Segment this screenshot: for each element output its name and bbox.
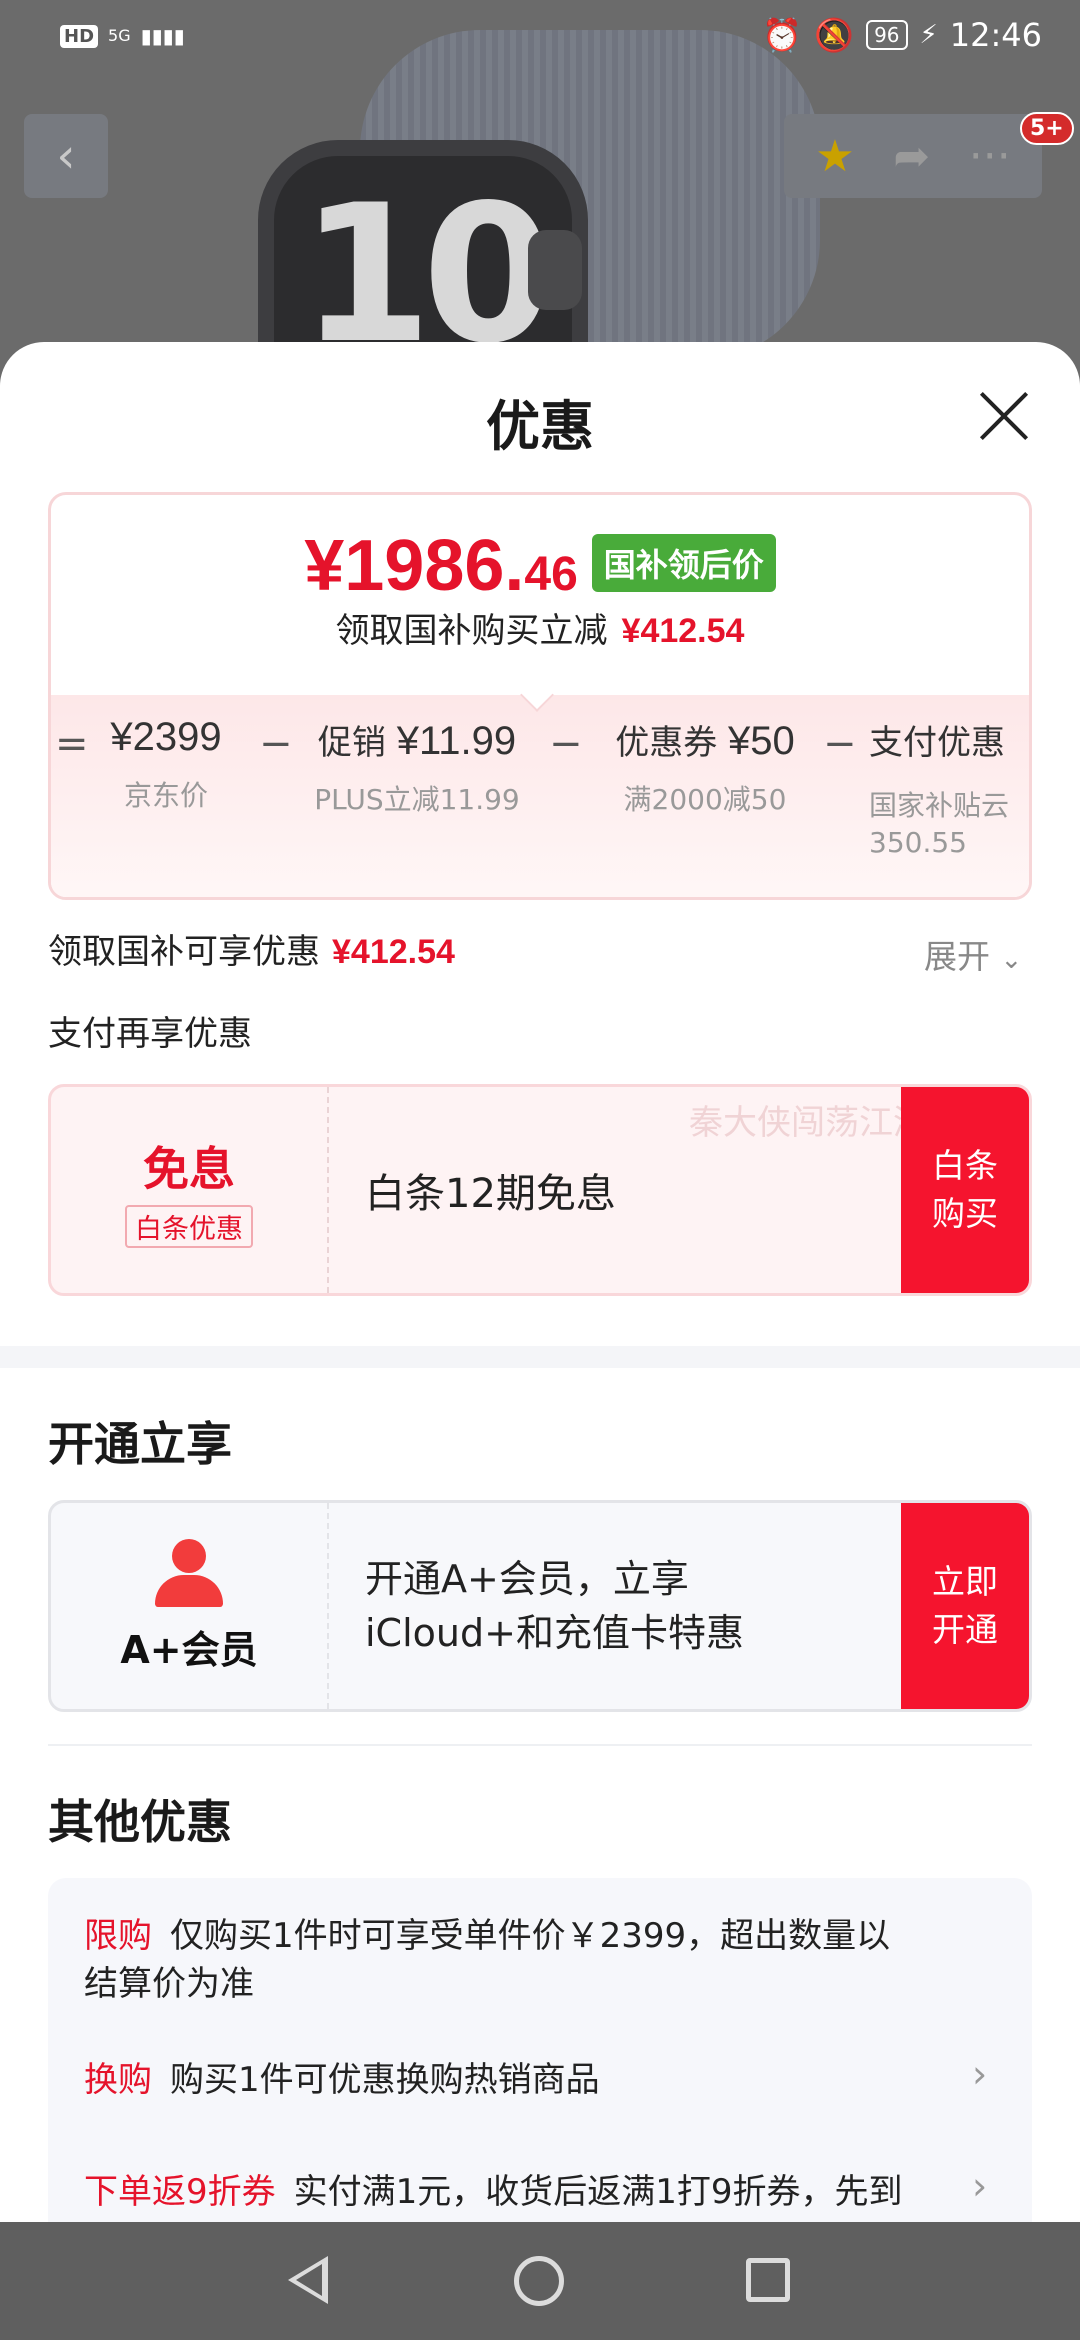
close-icon[interactable] <box>978 390 1030 442</box>
baitiao-buy-button[interactable]: 白条 购买 <box>901 1087 1029 1293</box>
chevron-right-icon: › <box>972 2164 988 2208</box>
savings-row: 领取国补购买立减 ¥412.54 <box>51 603 1029 652</box>
breakdown-promo: 促销 ¥11.99 PLUS立减11.99 <box>297 715 537 818</box>
hd-indicator: HD <box>60 24 99 48</box>
breakdown-sub2: 350.55 <box>869 826 967 859</box>
system-navigation-bar <box>0 2222 1080 2340</box>
description-line: iCloud+和充值卡特惠 <box>365 1611 744 1655</box>
discount-sheet: 优惠 ¥1986.46 国补领后价 领取国补购买立减 ¥412.54 = ¥239… <box>0 342 1080 2222</box>
subsidy-label: 领取国补可享优惠 <box>48 932 320 972</box>
breakdown-coupon: 优惠券 ¥50 满2000减50 <box>587 715 823 818</box>
item-text: 仅购买1件时可享受单件价￥2399，超出数量以 <box>170 1916 891 1956</box>
open-section-title: 开通立享 <box>48 1417 232 1471</box>
breakdown-label: 促销 <box>317 723 397 763</box>
equals-operator: = <box>55 721 89 767</box>
baitiao-coupon: 免息 白条优惠 秦大侠闯荡江湖 白条12期免息 白条 购买 <box>48 1084 1032 1296</box>
breakdown-sub: PLUS立减11.99 <box>314 783 520 816</box>
savings-label: 领取国补购买立减 <box>335 611 608 651</box>
final-price-decimal: 46 <box>524 548 578 601</box>
member-label: A+会员 <box>120 1627 258 1672</box>
coupon-description: 白条12期免息 <box>365 1171 616 1217</box>
alarm-icon: ⏰ <box>762 16 803 54</box>
star-icon[interactable]: ★ <box>815 131 854 182</box>
recent-apps-icon[interactable] <box>746 2258 790 2302</box>
activate-now-button[interactable]: 立即 开通 <box>901 1503 1029 1709</box>
charging-icon: ⚡ <box>919 20 938 50</box>
item-text: 购买1件可优惠换购热销商品 <box>170 2060 600 2100</box>
breakdown-value: ¥11.99 <box>396 719 517 763</box>
home-circle-icon[interactable] <box>514 2256 564 2306</box>
clock: 12:46 <box>949 16 1042 54</box>
other-item-return-coupon[interactable]: 下单返9折券 实付满1元，收货后返满1打9折券，先到 <box>84 2168 984 2216</box>
breakdown-list-price: ¥2399 京东价 <box>91 715 241 814</box>
network-indicator: 5G <box>108 26 131 45</box>
expand-label: 展开 <box>924 937 990 976</box>
breakdown-label: 支付优惠 <box>869 723 1005 763</box>
person-icon <box>153 1538 225 1607</box>
breakdown-sub: 满2000减50 <box>623 783 787 816</box>
aplus-member-coupon: A+会员 开通A+会员，立享 iCloud+和充值卡特惠 立即 开通 <box>48 1500 1032 1712</box>
message-badge: 5+ <box>1020 112 1074 145</box>
button-line: 白条 <box>932 1147 998 1184</box>
minus-operator: − <box>549 721 583 767</box>
battery-level: 96 <box>866 20 908 50</box>
pay-section-title: 支付再享优惠 <box>48 1014 252 1054</box>
user-watermark: 秦大侠闯荡江湖 <box>689 1103 927 1143</box>
button-line: 立即 <box>932 1563 998 1600</box>
mute-icon: 🔕 <box>814 16 855 54</box>
breakdown-payment: 支付优惠 国家补贴云 350.55 <box>869 715 1029 859</box>
section-divider <box>0 1346 1080 1368</box>
divider <box>48 1744 1032 1746</box>
coupon-description: 开通A+会员，立享 iCloud+和充值卡特惠 <box>365 1552 744 1660</box>
back-triangle-icon[interactable] <box>288 2256 328 2304</box>
breakdown-sub: 国家补贴云 <box>869 789 1010 822</box>
breakdown-label: 优惠券 <box>615 723 729 763</box>
breakdown-value: ¥50 <box>728 719 795 763</box>
price-tag: 国补领后价 <box>591 534 776 592</box>
final-price: ¥1986.46 <box>304 525 578 607</box>
subsidy-value: ¥412.54 <box>332 933 455 971</box>
item-text: 结算价为准 <box>84 1964 254 2004</box>
minus-operator: − <box>823 721 857 767</box>
coupon-chip: 白条优惠 <box>125 1204 253 1248</box>
item-tag: 换购 <box>84 2060 152 2100</box>
final-price-main: ¥1986. <box>304 526 525 606</box>
other-section-title: 其他优惠 <box>48 1795 232 1849</box>
more-icon[interactable]: ··· <box>969 131 1011 182</box>
other-item-purchase-limit: 限购 仅购买1件时可享受单件价￥2399，超出数量以 结算价为准 <box>84 1912 984 2008</box>
item-text: 实付满1元，收货后返满1打9折券，先到 <box>293 2172 903 2212</box>
breakdown-sub: 京东价 <box>123 779 208 812</box>
top-actions: ★ ➦ ··· <box>784 114 1042 198</box>
back-button[interactable]: ‹ <box>24 114 108 198</box>
watch-crown-image <box>528 230 582 310</box>
savings-value: ¥412.54 <box>621 612 745 650</box>
sheet-title: 优惠 <box>486 395 594 458</box>
button-line: 开通 <box>932 1611 998 1648</box>
other-item-exchange[interactable]: 换购 购买1件可优惠换购热销商品 <box>84 2056 984 2104</box>
other-discounts-card: 限购 仅购买1件时可享受单件价￥2399，超出数量以 结算价为准 换购 购买1件可优… <box>48 1878 1032 2222</box>
price-breakdown: = ¥2399 京东价 − 促销 ¥11.99 PLUS立减11.99 − 优惠… <box>51 715 1029 895</box>
button-line: 购买 <box>932 1195 998 1232</box>
minus-operator: − <box>259 721 293 767</box>
chevron-left-icon: ‹ <box>56 128 76 184</box>
item-tag: 限购 <box>84 1916 152 1956</box>
status-bar: HD 5G ▮▮▮▮ ⏰ 🔕 96 ⚡ 12:46 <box>0 0 1080 80</box>
chevron-right-icon: › <box>972 2052 988 2096</box>
price-summary-card: ¥1986.46 国补领后价 领取国补购买立减 ¥412.54 = ¥2399 京… <box>48 492 1032 900</box>
item-tag: 下单返9折券 <box>84 2172 276 2212</box>
breakdown-value: ¥2399 <box>110 715 222 759</box>
coupon-headline: 免息 <box>143 1141 235 1196</box>
expand-toggle[interactable]: 展开 ⌄ <box>924 930 1022 978</box>
chevron-down-icon: ⌄ <box>1000 945 1023 975</box>
subsidy-discount-line: 领取国补可享优惠 ¥412.54 <box>48 924 455 973</box>
signal-icon: ▮▮▮▮ <box>140 24 185 48</box>
description-line: 开通A+会员，立享 <box>365 1557 689 1601</box>
share-icon[interactable]: ➦ <box>893 131 930 182</box>
